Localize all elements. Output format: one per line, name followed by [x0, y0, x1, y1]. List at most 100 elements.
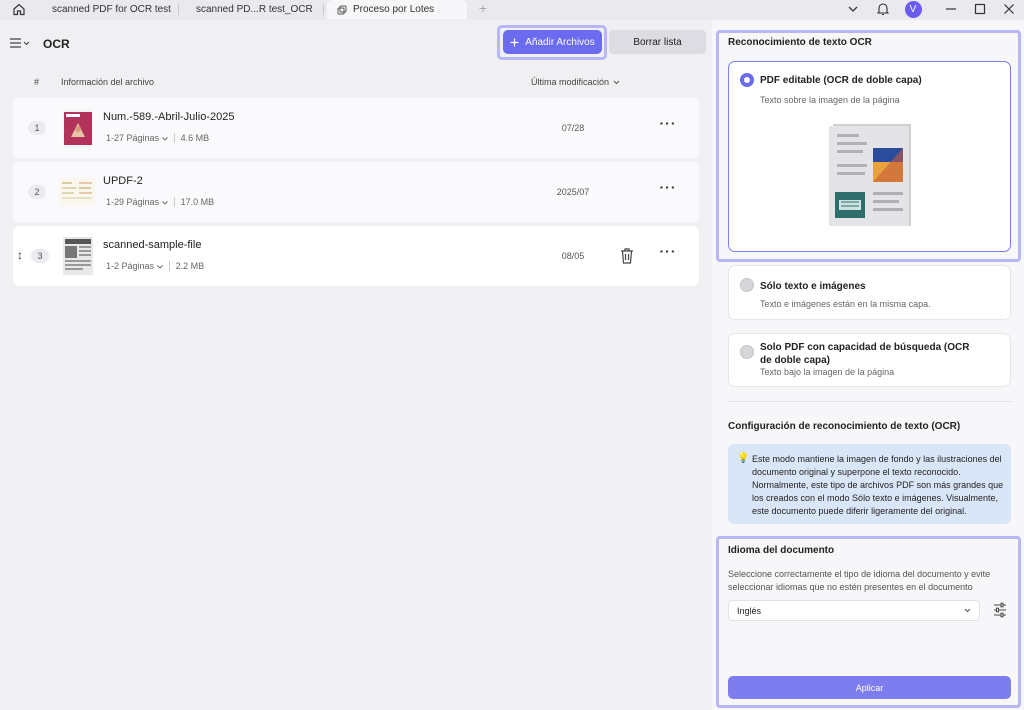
radio-text-and-images[interactable]	[740, 278, 754, 292]
language-select[interactable]: Inglés	[728, 600, 980, 621]
language-section-title: Idioma del documento	[728, 545, 835, 556]
modified-date: 07/28	[561, 123, 585, 133]
row-index: 1	[28, 121, 46, 135]
radio-searchable-pdf[interactable]	[740, 345, 754, 359]
apply-button[interactable]: Aplicar	[728, 676, 1011, 699]
option-subtitle: Texto sobre la imagen de la página	[760, 95, 900, 105]
add-files-label: Añadir Archivos	[525, 36, 595, 48]
file-meta: 1-2 Páginas 2.2 MB	[106, 261, 204, 271]
close-icon	[1004, 4, 1014, 14]
meta-divider	[173, 133, 175, 143]
plus-icon	[510, 38, 519, 46]
clear-list-button[interactable]: Borrar lista	[609, 30, 706, 54]
page-title: OCR	[43, 37, 70, 51]
meta-divider	[168, 261, 170, 271]
page-range-select[interactable]: 1-2 Páginas	[106, 261, 163, 271]
tab-separator	[323, 4, 324, 15]
info-box: 💡 Este modo mantiene la imagen de fondo …	[728, 444, 1011, 524]
file-name: UPDF-2	[103, 175, 143, 187]
page-range: 1-27 Páginas	[106, 133, 160, 143]
column-header-index: #	[34, 77, 40, 87]
new-tab-button[interactable]: +	[476, 0, 490, 18]
tab-label: scanned PD...R test_OCR	[196, 4, 313, 15]
section-divider	[728, 401, 1012, 402]
minimize-button[interactable]	[940, 0, 962, 18]
page-range-select[interactable]: 1-27 Páginas	[106, 133, 168, 143]
more-options-button[interactable]: ···	[657, 244, 679, 260]
option-title: Solo PDF con capacidad de búsqueda (OCR …	[760, 342, 970, 366]
modified-date: 08/05	[561, 251, 585, 261]
table-row[interactable]: 2 UPDF-2 1-29 Páginas 17.0 MB 2025/07 ··…	[13, 162, 699, 222]
language-description: Seleccione correctamente el tipo de idio…	[728, 569, 991, 592]
trash-icon[interactable]	[619, 247, 635, 265]
add-files-button[interactable]: Añadir Archivos	[503, 30, 602, 54]
column-header-file-info: Información del archivo	[61, 77, 155, 87]
file-thumbnail	[63, 237, 93, 275]
menu-button[interactable]	[10, 36, 34, 50]
sliders-icon[interactable]	[993, 602, 1007, 618]
option-subtitle: Texto bajo la imagen de la página	[760, 367, 895, 377]
more-options-button[interactable]: ···	[657, 116, 679, 132]
more-options-button[interactable]: ···	[657, 180, 679, 196]
menu-icon	[10, 38, 21, 48]
tab-label: scanned PDF for OCR test	[52, 4, 171, 15]
tab-batch-process[interactable]: Proceso por Lotes	[327, 0, 467, 19]
maximize-icon	[974, 3, 986, 15]
tab-scanned-pdf[interactable]: scanned PDF for OCR test	[36, 0, 176, 19]
drag-handle-icon[interactable]: ↕	[17, 248, 23, 262]
language-selected: Inglés	[737, 605, 762, 616]
file-meta: 1-27 Páginas 4.6 MB	[106, 133, 209, 143]
chevron-down-icon	[613, 80, 620, 84]
maximize-button[interactable]	[969, 0, 991, 18]
table-row[interactable]: ↕ 3 scanned-sample-file 1-2 Páginas 2.2 …	[13, 226, 699, 286]
tab-bar: scanned PDF for OCR test scanned PD...R …	[0, 0, 1024, 20]
page-range: 1-2 Páginas	[106, 261, 155, 271]
column-header-modified-label: Última modificación	[531, 77, 610, 87]
chevron-down-icon	[23, 41, 30, 45]
modified-date: 2025/07	[556, 187, 590, 197]
tab-separator	[178, 4, 179, 15]
tab-label: Proceso por Lotes	[353, 4, 435, 15]
option-title: Sólo texto e imágenes	[760, 281, 866, 292]
tab-scanned-ocr[interactable]: scanned PD...R test_OCR	[180, 0, 320, 19]
file-thumbnail	[63, 109, 93, 147]
chevron-down-icon	[964, 608, 971, 613]
chevron-down-icon	[156, 265, 163, 269]
ocr-section-title: Reconocimiento de texto OCR	[728, 37, 872, 48]
lightbulb-icon: 💡	[737, 453, 750, 464]
chevron-down-icon	[161, 201, 168, 205]
chevron-down-icon	[848, 6, 858, 12]
notifications-button[interactable]	[872, 0, 894, 18]
file-size: 17.0 MB	[180, 197, 215, 207]
batch-icon	[337, 5, 347, 14]
avatar: V	[904, 0, 922, 18]
file-name: Num.-589.-Abril-Julio-2025	[103, 111, 235, 123]
dropdown-button[interactable]	[842, 0, 864, 18]
chevron-down-icon	[161, 137, 168, 141]
row-index: 2	[28, 185, 46, 199]
info-text: Este modo mantiene la imagen de fondo y …	[752, 454, 1004, 516]
option-searchable-pdf[interactable]: Solo PDF con capacidad de búsqueda (OCR …	[728, 333, 1011, 387]
page-range-select[interactable]: 1-29 Páginas	[106, 197, 168, 207]
row-index: 3	[31, 249, 49, 263]
bell-icon	[877, 3, 889, 15]
meta-divider	[173, 197, 175, 207]
user-avatar-button[interactable]: V	[902, 0, 924, 18]
option-text-and-images[interactable]: Sólo texto e imágenes Texto e imágenes e…	[728, 265, 1011, 320]
radio-editable-pdf[interactable]	[740, 73, 754, 87]
ocr-settings-panel: Reconocimiento de texto OCR PDF editable…	[712, 20, 1024, 710]
option-editable-pdf[interactable]: PDF editable (OCR de doble capa) Texto s…	[728, 61, 1011, 252]
table-row[interactable]: 1 Num.-589.-Abril-Julio-2025 1-27 Página…	[13, 98, 699, 158]
home-button[interactable]	[8, 0, 30, 18]
close-button[interactable]	[998, 0, 1020, 18]
file-list-panel: OCR Añadir Archivos Borrar lista # Infor…	[0, 20, 712, 710]
option-title: PDF editable (OCR de doble capa)	[760, 75, 922, 86]
home-icon	[13, 3, 25, 16]
option-subtitle: Texto e imágenes están en la misma capa.	[760, 299, 931, 309]
ocr-config-title: Configuración de reconocimiento de texto…	[728, 421, 961, 432]
minimize-icon	[946, 8, 956, 10]
file-name: scanned-sample-file	[103, 239, 202, 251]
file-size: 2.2 MB	[175, 261, 205, 271]
column-header-modified[interactable]: Última modificación	[531, 77, 620, 87]
file-size: 4.6 MB	[180, 133, 210, 143]
